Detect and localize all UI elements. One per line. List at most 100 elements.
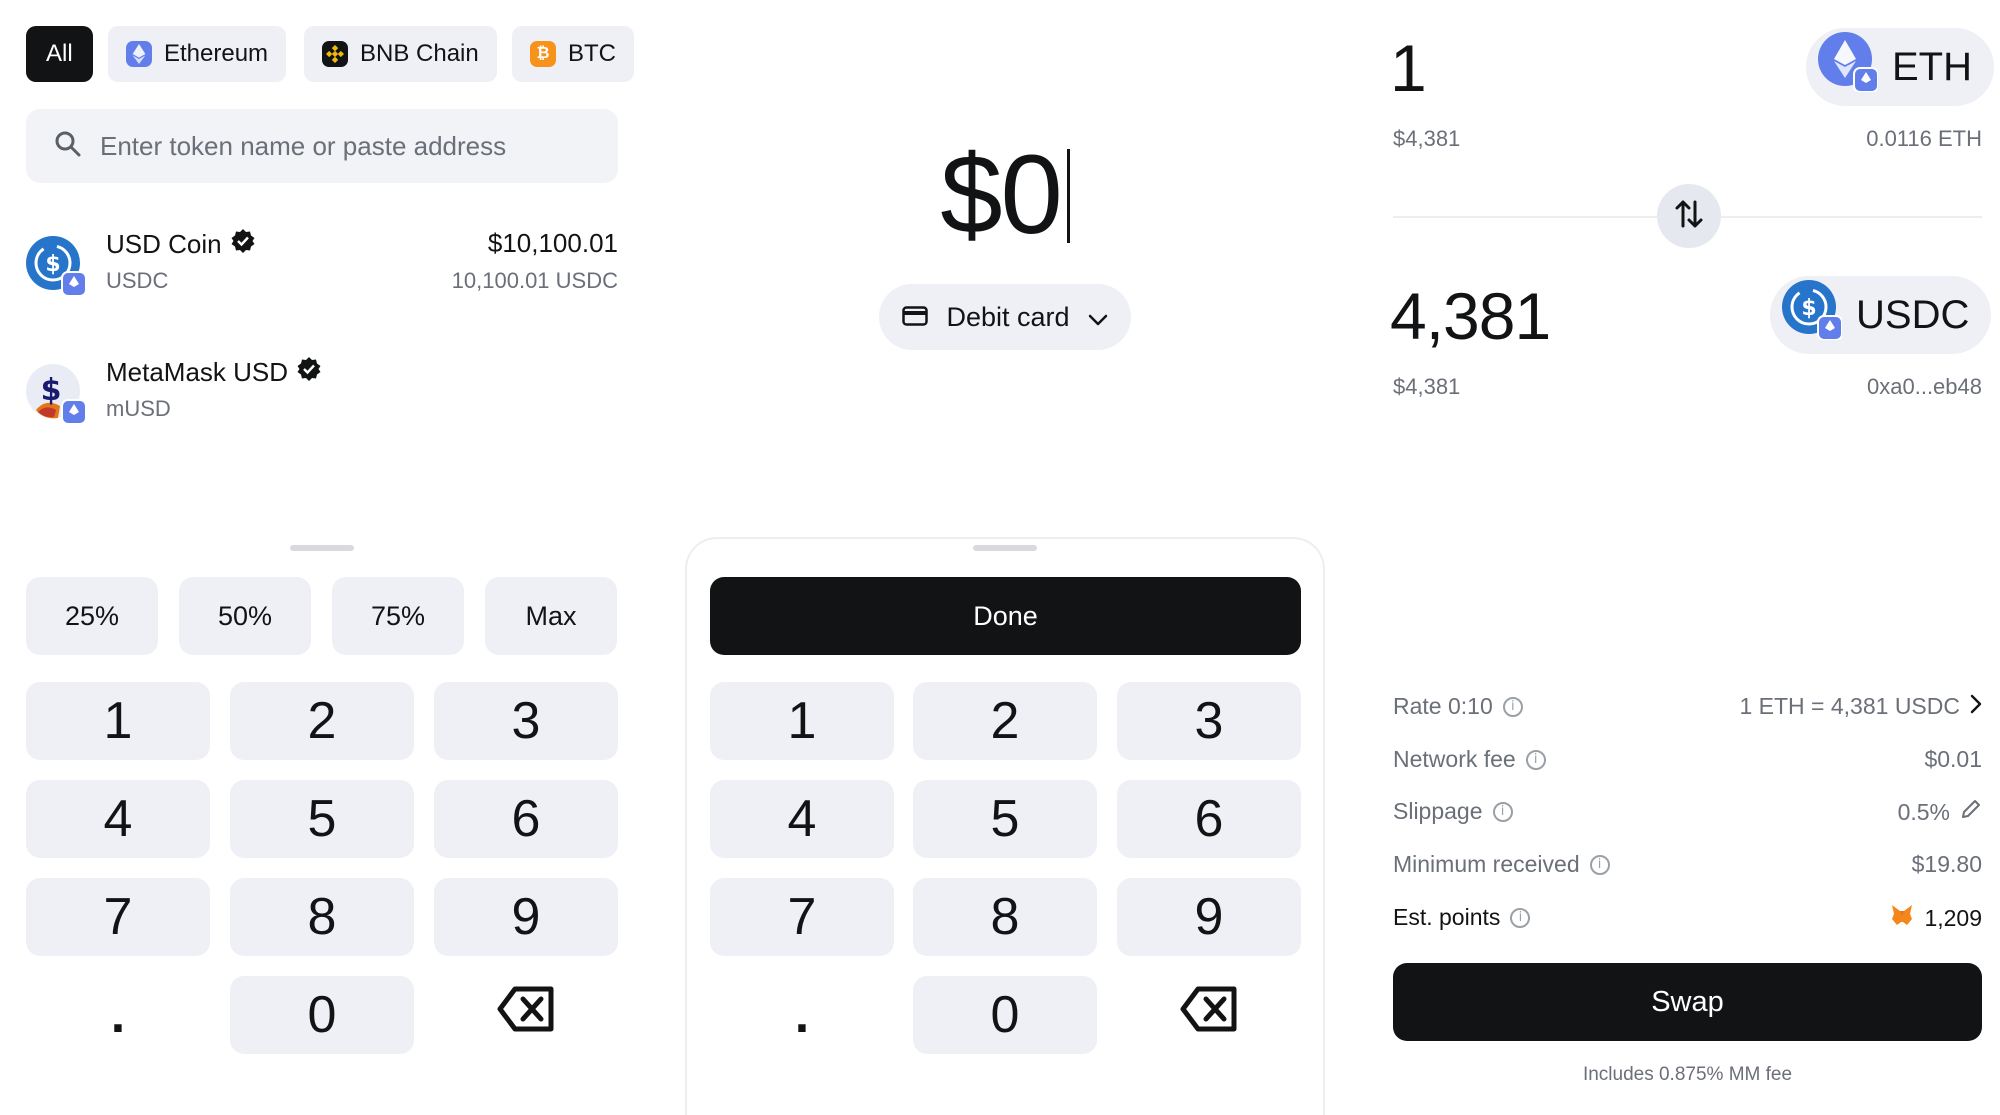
key-2[interactable]: 2 [913, 682, 1097, 760]
minimum-received-label: Minimum received i [1393, 851, 1610, 878]
text-cursor [1066, 149, 1070, 243]
key-5[interactable]: 5 [230, 780, 414, 858]
percent-25-button[interactable]: 25% [26, 577, 158, 655]
metamask-usd-icon: $ [26, 364, 87, 425]
from-token-symbol: ETH [1892, 44, 1972, 89]
token-symbol: USDC [106, 268, 169, 293]
token-name: USD Coin [106, 228, 256, 261]
usdc-icon: $ [1782, 280, 1843, 350]
to-token-selector[interactable]: $ USDC [1770, 276, 1992, 354]
key-1[interactable]: 1 [710, 682, 894, 760]
to-token-address[interactable]: 0xa0...eb48 [1867, 374, 1982, 400]
chevron-down-icon [1088, 302, 1108, 333]
key-7[interactable]: 7 [26, 878, 210, 956]
done-button[interactable]: Done [710, 577, 1301, 655]
max-button[interactable]: Max [485, 577, 617, 655]
key-4[interactable]: 4 [26, 780, 210, 858]
token-symbol: mUSD [106, 396, 171, 421]
key-2[interactable]: 2 [230, 682, 414, 760]
sheet-drag-handle[interactable] [973, 545, 1037, 551]
payment-method-label: Debit card [946, 301, 1070, 332]
info-icon[interactable]: i [1492, 801, 1513, 822]
key-8[interactable]: 8 [913, 878, 1097, 956]
search-icon [54, 130, 82, 163]
key-6[interactable]: 6 [1117, 780, 1301, 858]
key-4[interactable]: 4 [710, 780, 894, 858]
key-1[interactable]: 1 [26, 682, 210, 760]
filter-chip-btc[interactable]: ₿ BTC [512, 26, 634, 82]
info-icon[interactable]: i [1510, 907, 1531, 928]
minimum-received-value: $19.80 [1911, 851, 1982, 877]
token-balance: 10,100.01 USDC [451, 268, 618, 293]
token-search-field[interactable] [26, 109, 618, 183]
filter-chip-label: All [46, 40, 73, 67]
filter-chip-bnb-chain[interactable]: BNB Chain [304, 26, 497, 82]
edit-pencil-icon [1960, 798, 1982, 826]
network-fee-label: Network fee i [1393, 746, 1546, 773]
slippage-label: Slippage i [1393, 798, 1513, 825]
key-5[interactable]: 5 [913, 780, 1097, 858]
ethereum-icon [126, 41, 152, 67]
svg-text:$: $ [1801, 296, 1816, 321]
from-token-balance: 0.0116 ETH [1866, 126, 1982, 151]
ethereum-icon [1818, 32, 1879, 102]
swap-arrows-icon [1674, 198, 1704, 235]
to-amount[interactable]: 4,381 [1390, 278, 1551, 354]
token-fiat-value: $10,100.01 [487, 228, 618, 258]
key-9[interactable]: 9 [1117, 878, 1301, 956]
percent-50-button[interactable]: 50% [179, 577, 311, 655]
info-icon[interactable]: i [1502, 696, 1523, 717]
bitcoin-icon: ₿ [530, 41, 556, 67]
slippage-value[interactable]: 0.5% [1898, 798, 1982, 826]
percent-75-button[interactable]: 75% [332, 577, 464, 655]
info-icon[interactable]: i [1589, 854, 1610, 875]
from-token-selector[interactable]: ETH [1806, 28, 1994, 106]
est-points-value: 1,209 [1890, 904, 1982, 932]
filter-chip-all[interactable]: All [26, 26, 93, 82]
key-decimal[interactable]: . [26, 976, 210, 1054]
key-6[interactable]: 6 [434, 780, 618, 858]
key-3[interactable]: 3 [1117, 682, 1301, 760]
key-backspace[interactable] [434, 976, 618, 1054]
buy-amount-value: $0 [940, 132, 1063, 257]
svg-text:$: $ [41, 373, 62, 408]
rate-label: Rate 0:10 i [1393, 693, 1523, 720]
backspace-icon [497, 985, 555, 1045]
chevron-right-icon [1970, 693, 1982, 720]
filter-chip-label: BTC [568, 40, 616, 67]
network-fee-value: $0.01 [1924, 746, 1982, 772]
from-fiat-value: $4,381 [1393, 126, 1461, 151]
key-backspace[interactable] [1117, 976, 1301, 1054]
key-0[interactable]: 0 [913, 976, 1097, 1054]
token-list-item-usdc[interactable]: $ USD Coin USDC $10,100.01 10,100.01 USD… [26, 226, 618, 316]
key-9[interactable]: 9 [434, 878, 618, 956]
usdc-icon: $ [26, 236, 87, 297]
token-search-input[interactable] [100, 130, 580, 162]
key-3[interactable]: 3 [434, 682, 618, 760]
info-icon[interactable]: i [1525, 749, 1546, 770]
key-8[interactable]: 8 [230, 878, 414, 956]
backspace-icon [1180, 985, 1238, 1045]
key-decimal[interactable]: . [710, 976, 894, 1054]
to-token-symbol: USDC [1856, 292, 1970, 337]
switch-tokens-button[interactable] [1657, 184, 1721, 248]
sheet-drag-handle[interactable] [290, 545, 354, 551]
token-name: MetaMask USD [106, 356, 322, 389]
credit-card-icon [902, 302, 929, 333]
verified-badge-icon [296, 356, 322, 389]
filter-chip-ethereum[interactable]: Ethereum [108, 26, 287, 82]
est-points-label: Est. points i [1393, 904, 1531, 931]
filter-chip-label: BNB Chain [360, 40, 479, 67]
rate-value[interactable]: 1 ETH = 4,381 USDC [1739, 693, 1982, 720]
key-7[interactable]: 7 [710, 878, 894, 956]
to-fiat-value: $4,381 [1393, 374, 1461, 399]
bnb-icon [322, 41, 348, 67]
from-amount[interactable]: 1 [1390, 30, 1427, 106]
payment-method-dropdown[interactable]: Debit card [879, 284, 1131, 350]
key-0[interactable]: 0 [230, 976, 414, 1054]
swap-button[interactable]: Swap [1393, 963, 1982, 1041]
token-list-item-musd[interactable]: $ MetaMask USD mUSD [26, 354, 618, 444]
buy-amount-display[interactable]: $0 [685, 130, 1325, 259]
svg-text:$: $ [45, 252, 60, 277]
verified-badge-icon [230, 228, 256, 261]
